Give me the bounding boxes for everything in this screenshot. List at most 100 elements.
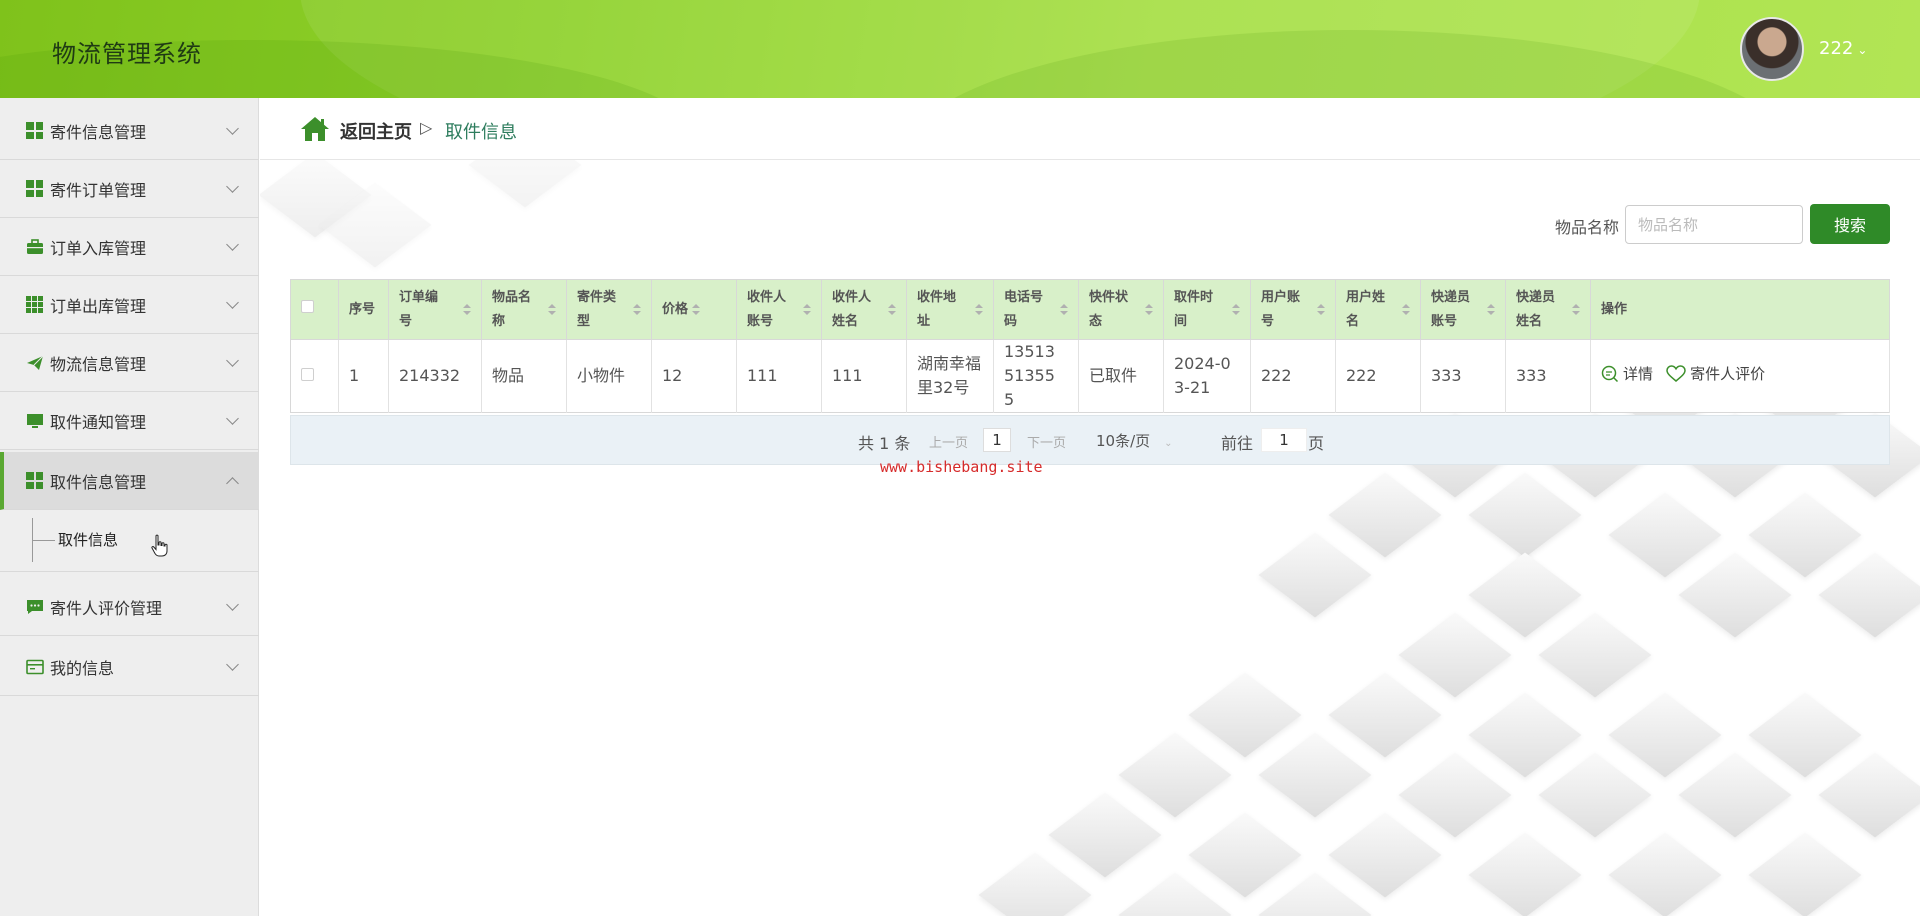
column-header[interactable]: 物品名称 [481,279,567,340]
column-header[interactable]: 价格 [651,279,737,340]
pagination: 共 1 条 上一页 1 下一页 10条/页 ⌄ 前往 1 页 [290,415,1890,465]
data-table: 序号 订单编号 物品名称 寄件类型 价格 收件人账号 收件人姓名 收件地址 电话… [290,279,1890,413]
paper-plane-icon [25,353,44,372]
column-header: 序号 [338,279,389,340]
column-header[interactable]: 寄件类型 [566,279,652,340]
sort-icon[interactable] [1232,304,1240,316]
app-title: 物流管理系统 [52,40,202,68]
page-number[interactable]: 1 [983,428,1011,452]
sidebar-item-sender-orders[interactable]: 寄件订单管理 [0,160,259,218]
column-header[interactable]: 用户姓名 [1335,279,1421,340]
sort-icon[interactable] [463,304,471,316]
sort-icon[interactable] [1317,304,1325,316]
column-header[interactable]: 取件时间 [1163,279,1251,340]
table-cell: 111 [821,339,907,413]
sidebar-item-sender-info[interactable]: 寄件信息管理 [0,102,259,160]
goto-page-input[interactable]: 1 [1261,428,1307,452]
select-all-checkbox[interactable] [301,299,314,313]
tree-line [33,540,55,541]
user-name[interactable]: 222 [1819,38,1853,59]
row-checkbox[interactable] [301,368,314,381]
sidebar-item-label: 我的信息 [50,658,115,678]
sort-icon[interactable] [888,304,896,316]
sort-icon[interactable] [633,304,641,316]
column-header[interactable]: 收件人账号 [736,279,822,340]
next-page-button[interactable]: 下一页 [1027,432,1066,451]
column-header[interactable]: 快件状态 [1078,279,1164,340]
breadcrumb: 返回主页 ▷ 取件信息 [260,98,1920,160]
column-header[interactable]: 收件地址 [906,279,994,340]
table-row: 1 214332 物品 小物件 12 111 111 湖南幸福里32号 1351… [290,339,1890,413]
detail-button[interactable]: 详情 [1601,362,1653,386]
sidebar-item-pickup-info[interactable]: 取件信息管理 [0,452,259,510]
table-cell: 222 [1250,339,1336,413]
sidebar-item-label: 寄件信息管理 [50,122,147,142]
sort-icon[interactable] [692,304,700,316]
chevron-down-icon [226,598,239,611]
sort-icon[interactable] [1145,304,1153,316]
column-header[interactable]: 快递员姓名 [1505,279,1591,340]
chevron-up-icon [226,477,239,490]
table-cell: 2024-03-21 [1163,339,1251,413]
sidebar-item-outbound[interactable]: 订单出库管理 [0,276,259,334]
top-header: 物流管理系统 222 ⌄ [0,0,1920,98]
column-header[interactable]: 电话号码 [993,279,1079,340]
chevron-down-icon[interactable]: ⌄ [1857,43,1867,57]
breadcrumb-current: 取件信息 [445,122,517,143]
search-label: 物品名称 [1555,218,1620,237]
sort-icon[interactable] [975,304,983,316]
grid-icon [25,471,44,490]
watermark: www.bishebang.site [880,458,1043,476]
chevron-down-icon [226,180,239,193]
column-header[interactable]: 用户账号 [1250,279,1336,340]
row-select-cell [290,339,339,413]
table-cell: 13513513555 [993,339,1079,413]
column-header[interactable]: 快递员账号 [1420,279,1506,340]
sort-icon[interactable] [548,304,556,316]
chevron-down-icon[interactable]: ⌄ [1164,438,1172,449]
sidebar-item-label: 订单出库管理 [50,296,147,316]
avatar[interactable] [1740,17,1804,81]
sort-icon[interactable] [1487,304,1495,316]
table-cell: 222 [1335,339,1421,413]
sidebar-item-my-info[interactable]: 我的信息 [0,638,259,696]
sidebar-item-pickup-notice[interactable]: 取件通知管理 [0,392,259,450]
review-label[interactable]: 寄件人评价 [1690,362,1765,386]
sort-icon[interactable] [803,304,811,316]
search-input[interactable] [1625,205,1803,244]
sidebar-item-label: 物流信息管理 [50,354,147,374]
table-header-row: 序号 订单编号 物品名称 寄件类型 价格 收件人账号 收件人姓名 收件地址 电话… [290,279,1890,340]
sidebar-item-label: 寄件人评价管理 [50,598,163,618]
search-button[interactable]: 搜索 [1810,204,1890,244]
home-icon[interactable] [300,116,330,146]
hand-cursor-icon [150,534,168,564]
review-button[interactable]: 寄件人评价 [1666,362,1765,386]
column-header[interactable]: 订单编号 [388,279,482,340]
table-cell: 湖南幸福里32号 [906,339,994,413]
grid-icon [25,179,44,198]
grid-icon [25,121,44,140]
column-header[interactable]: 收件人姓名 [821,279,907,340]
sidebar-subitem-pickup-info[interactable]: 取件信息 [0,512,259,572]
select-all-cell [290,279,339,340]
id-card-icon [25,657,44,676]
chevron-down-icon [226,122,239,135]
table-cell: 12 [651,339,737,413]
page-size-select[interactable]: 10条/页 ⌄ [1096,430,1173,451]
table-cell: 333 [1420,339,1506,413]
detail-label[interactable]: 详情 [1623,362,1653,386]
sort-icon[interactable] [1572,304,1580,316]
table-cell: 214332 [388,339,482,413]
sort-icon[interactable] [1402,304,1410,316]
breadcrumb-home-link[interactable]: 返回主页 [340,118,412,144]
user-menu[interactable]: 222 ⌄ [1819,38,1867,59]
sidebar-item-logistics[interactable]: 物流信息管理 [0,334,259,392]
sort-icon[interactable] [1060,304,1068,316]
sidebar-item-label: 寄件订单管理 [50,180,147,200]
sidebar-item-inbound[interactable]: 订单入库管理 [0,218,259,276]
sidebar-item-sender-review[interactable]: 寄件人评价管理 [0,578,259,636]
briefcase-icon [25,237,44,256]
monitor-icon [25,411,44,430]
prev-page-button[interactable]: 上一页 [929,432,968,451]
sidebar-subitem-label[interactable]: 取件信息 [58,529,118,550]
